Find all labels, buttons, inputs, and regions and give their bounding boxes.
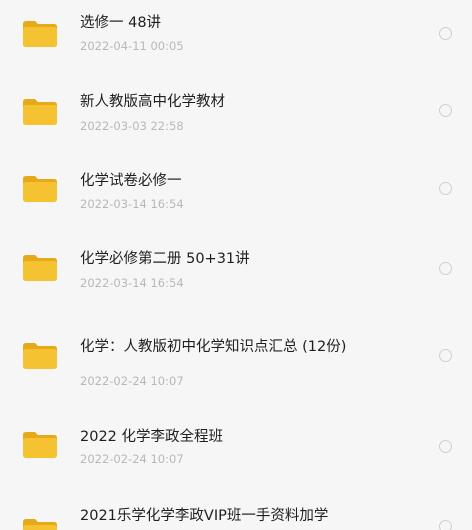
folder-name: 化学：人教版初中化学知识点汇总 (12份) (80, 339, 347, 355)
folder-date: 2022-02-24 10:07 (80, 374, 184, 388)
folder-name: 化学必修第二册 50+31讲 (80, 251, 250, 267)
select-radio[interactable] (439, 182, 452, 195)
list-item[interactable]: 2022 化学李政全程班 2022-02-24 10:07 (0, 416, 472, 496)
folder-icon (22, 175, 58, 203)
folder-date: 2022-03-14 16:54 (80, 197, 184, 211)
select-radio[interactable] (439, 104, 452, 117)
folder-icon (22, 20, 58, 48)
select-radio[interactable] (439, 440, 452, 453)
folder-icon (22, 431, 58, 459)
list-item[interactable]: 化学必修第二册 50+31讲 2022-03-14 16:54 (0, 240, 472, 320)
folder-name: 选修一 48讲 (80, 15, 162, 31)
folder-name: 2021乐学化学李政VIP班一手资料加学 (80, 508, 329, 524)
select-radio[interactable] (439, 349, 452, 362)
file-list: 选修一 48讲 2022-04-11 00:05 新人教版高中化学教材 2022… (0, 0, 472, 530)
folder-date: 2022-02-24 10:07 (80, 452, 184, 466)
folder-icon (22, 518, 58, 530)
folder-date: 2022-03-14 16:54 (80, 276, 184, 290)
select-radio[interactable] (439, 27, 452, 40)
folder-icon (22, 254, 58, 282)
select-radio[interactable] (439, 262, 452, 275)
select-radio[interactable] (439, 520, 452, 530)
list-item[interactable]: 化学：人教版初中化学知识点汇总 (12份) 2022-02-24 10:07 (0, 328, 472, 408)
folder-icon (22, 342, 58, 370)
folder-date: 2022-03-03 22:58 (80, 119, 184, 133)
folder-name: 新人教版高中化学教材 (80, 94, 225, 110)
list-item[interactable]: 选修一 48讲 2022-04-11 00:05 (0, 0, 472, 80)
folder-name: 2022 化学李政全程班 (80, 429, 224, 445)
list-item[interactable]: 新人教版高中化学教材 2022-03-03 22:58 (0, 80, 472, 160)
folder-date: 2022-04-11 00:05 (80, 39, 184, 53)
folder-icon (22, 98, 58, 126)
list-item[interactable]: 化学试卷必修一 2022-03-14 16:54 (0, 160, 472, 240)
list-item[interactable]: 2021乐学化学李政VIP班一手资料加学 (0, 496, 472, 530)
folder-name: 化学试卷必修一 (80, 173, 182, 189)
